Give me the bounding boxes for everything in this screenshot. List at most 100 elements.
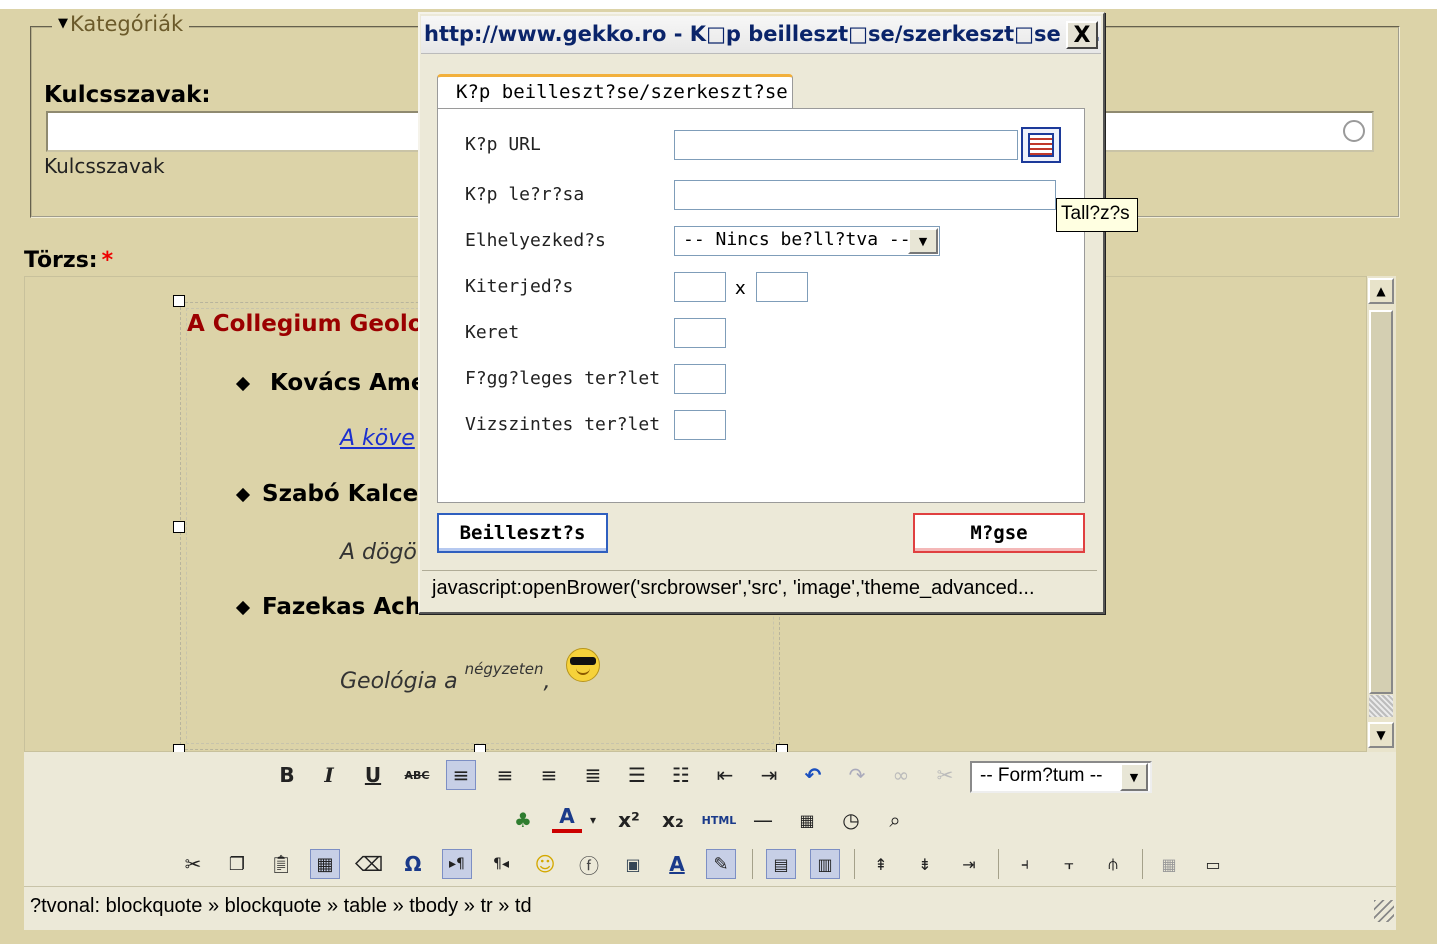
align-select[interactable]: -- Nincs be?ll?tva --: [674, 226, 940, 256]
delete-row-icon[interactable]: ⇥: [954, 849, 984, 879]
path-item[interactable]: table: [344, 895, 387, 917]
image-icon[interactable]: ♣: [508, 805, 538, 835]
hspace-input[interactable]: [674, 410, 726, 440]
scroll-track[interactable]: [1369, 695, 1393, 717]
ltr-icon[interactable]: ▸¶: [442, 849, 472, 879]
list-item[interactable]: Szabó Kalce: [262, 481, 418, 507]
browse-tooltip: Tall?z?s: [1056, 198, 1138, 232]
bold-icon[interactable]: B: [272, 760, 302, 790]
emoticon-icon[interactable]: ☺: [530, 849, 560, 879]
insert-col-after-icon[interactable]: ⫟: [1054, 849, 1084, 879]
align-center-icon[interactable]: ≡: [490, 760, 520, 790]
subscript-icon[interactable]: x₂: [658, 805, 688, 835]
font-a-icon[interactable]: A: [662, 849, 692, 879]
align-label: Elhelyezked?s: [465, 230, 606, 251]
toolbar-separator: [998, 849, 999, 879]
tab-image-insert[interactable]: K?p beilleszt?se/szerkeszt?se: [437, 74, 793, 110]
align-justify-icon[interactable]: ≣: [578, 760, 608, 790]
media-icon[interactable]: ▣: [618, 849, 648, 879]
image-url-label: K?p URL: [465, 134, 541, 155]
browse-button[interactable]: [1021, 127, 1061, 163]
list-item-link[interactable]: A köve: [340, 426, 415, 451]
row-props-icon[interactable]: ▤: [766, 849, 796, 879]
underline-icon[interactable]: U: [358, 760, 388, 790]
numbered-list-icon[interactable]: ☷: [666, 760, 696, 790]
time-icon[interactable]: ◷: [836, 805, 866, 835]
insert-row-before-icon[interactable]: ⇞: [866, 849, 896, 879]
resize-grip-icon[interactable]: [1374, 900, 1394, 922]
delete-col-icon[interactable]: ⫛: [1098, 849, 1128, 879]
path-item[interactable]: td: [515, 895, 532, 917]
path-item[interactable]: blockquote: [106, 895, 203, 917]
close-button[interactable]: X: [1066, 21, 1098, 49]
dimension-separator: x: [735, 278, 746, 299]
scroll-up-button[interactable]: ▲: [1368, 278, 1394, 304]
insert-row-after-icon[interactable]: ⇟: [910, 849, 940, 879]
dialog-status-bar: javascript:openBrower('srcbrowser','src'…: [422, 570, 1097, 608]
list-item[interactable]: Fazekas Ach: [262, 594, 421, 620]
outdent-icon[interactable]: ⇤: [710, 760, 740, 790]
cool-emoticon-icon[interactable]: [566, 648, 600, 682]
categories-legend[interactable]: ▼Kategóriák: [52, 12, 190, 36]
cancel-button[interactable]: M?gse: [913, 513, 1085, 553]
insert-col-before-icon[interactable]: ⫞: [1010, 849, 1040, 879]
path-item[interactable]: blockquote: [225, 895, 322, 917]
keywords-label: Kulcsszavak:: [44, 82, 211, 108]
align-right-icon[interactable]: ≡: [534, 760, 564, 790]
toolbar-separator: [752, 849, 753, 879]
border-input[interactable]: [674, 318, 726, 348]
image-url-input[interactable]: [674, 130, 1018, 160]
autocomplete-throbber-icon: [1343, 120, 1365, 142]
width-input[interactable]: [674, 272, 726, 302]
path-item[interactable]: tr: [480, 895, 492, 917]
undo-icon[interactable]: ↶: [798, 760, 828, 790]
paste-icon[interactable]: 📋︎: [266, 849, 296, 879]
list-item-sub[interactable]: Geológia a négyzeten,: [340, 660, 551, 694]
toolbar-separator: [1142, 849, 1143, 879]
path-item[interactable]: tbody: [409, 895, 458, 917]
table-icon[interactable]: ▦: [310, 849, 340, 879]
strikethrough-icon[interactable]: ABC: [402, 760, 432, 790]
chevron-down-icon[interactable]: ▼: [908, 228, 938, 254]
rtl-icon[interactable]: ¶◂: [486, 849, 516, 879]
hspace-label: Vizszintes ter?let: [465, 414, 661, 435]
height-input[interactable]: [756, 272, 808, 302]
image-desc-input[interactable]: [674, 180, 1056, 210]
cut-icon[interactable]: ✂: [178, 849, 208, 879]
align-left-icon[interactable]: ≡: [446, 760, 476, 790]
insert-button[interactable]: Beilleszt?s: [437, 513, 608, 553]
redo-icon[interactable]: ↷: [842, 760, 872, 790]
split-cells-icon[interactable]: ▦: [1154, 849, 1184, 879]
resize-handle[interactable]: [173, 295, 185, 307]
italic-icon[interactable]: I: [314, 760, 344, 790]
edit-icon[interactable]: ✎: [706, 849, 736, 879]
hr-icon[interactable]: —: [748, 805, 778, 835]
merge-cells-icon[interactable]: ▭: [1198, 849, 1228, 879]
chevron-down-icon[interactable]: ▼: [1120, 763, 1148, 791]
scroll-down-button[interactable]: ▼: [1368, 722, 1394, 748]
content-heading[interactable]: A Collegium Geolog: [187, 311, 440, 337]
list-item-sub[interactable]: A dögö: [340, 540, 417, 565]
superscript-icon[interactable]: x²: [614, 805, 644, 835]
omega-icon[interactable]: Ω: [398, 849, 428, 879]
resize-handle[interactable]: [173, 521, 185, 533]
scroll-thumb[interactable]: [1369, 310, 1393, 694]
preview-icon[interactable]: ⌕: [880, 805, 910, 835]
link-icon[interactable]: ∞: [886, 760, 916, 790]
cell-props-icon[interactable]: ▥: [810, 849, 840, 879]
bullet-list-icon[interactable]: ☰: [622, 760, 652, 790]
eraser-icon[interactable]: ⌫: [354, 849, 384, 879]
chevron-down-icon[interactable]: ▾: [578, 805, 608, 835]
indent-icon[interactable]: ⇥: [754, 760, 784, 790]
collapse-triangle-icon[interactable]: ▼: [58, 16, 68, 31]
vspace-input[interactable]: [674, 364, 726, 394]
dialog-panel: [437, 108, 1085, 503]
list-item[interactable]: Kovács Ame: [270, 370, 426, 396]
dialog-title: http://www.gekko.ro - K□p beilleszt□se/s…: [424, 22, 1101, 46]
date-icon[interactable]: ▦: [792, 805, 822, 835]
copy-icon[interactable]: ❐: [222, 849, 252, 879]
html-icon[interactable]: HTML: [700, 805, 738, 835]
unlink-icon[interactable]: ✂: [930, 760, 960, 790]
flash-icon[interactable]: ⓕ: [574, 849, 604, 879]
image-desc-label: K?p le?r?sa: [465, 184, 585, 205]
